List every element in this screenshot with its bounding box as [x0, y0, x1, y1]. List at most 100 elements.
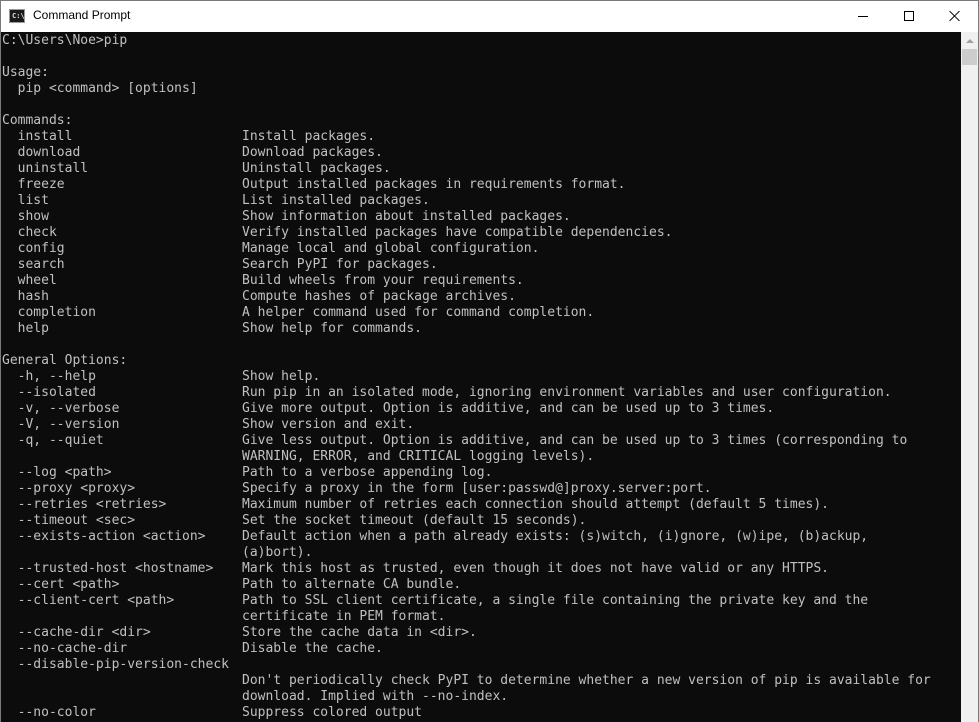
command-row: config Manage local and global configurat…	[2, 241, 540, 257]
console-output[interactable]: C:\Users\Noe>pip Usage: pip <command> [o…	[1, 32, 961, 722]
option-name: -V, --version	[2, 417, 120, 432]
title-bar[interactable]: C:\ Command Prompt	[1, 1, 978, 32]
option-name: --isolated	[2, 385, 96, 400]
option-desc: Show version and exit.	[242, 417, 415, 432]
option-desc: certificate in PEM format.	[242, 609, 446, 624]
command-name: search	[2, 257, 65, 272]
prompt-line: C:\Users\Noe>pip	[2, 33, 128, 48]
option-desc: Show help.	[242, 369, 321, 384]
cmd-app-icon[interactable]: C:\	[9, 9, 25, 23]
option-desc: WARNING, ERROR, and CRITICAL logging lev…	[242, 449, 595, 464]
option-row: --isolated Run pip in an isolated mode, i…	[2, 385, 892, 401]
command-row: list List installed packages.	[2, 193, 430, 209]
command-desc: Show information about installed package…	[242, 209, 571, 224]
maximize-button[interactable]	[886, 1, 932, 31]
option-row: --log <path> Path to a verbose appending …	[2, 465, 493, 481]
command-row: check Verify installed packages have comp…	[2, 225, 673, 241]
window-title: Command Prompt	[33, 8, 131, 22]
option-row: --no-cache-dir Disable the cache.	[2, 641, 383, 657]
option-name: --client-cert <path>	[2, 593, 175, 608]
option-row: --client-cert <path> Path to SSL client c…	[2, 593, 869, 609]
option-row: --disable-pip-version-check	[2, 657, 229, 673]
scroll-up-button[interactable]	[961, 32, 978, 49]
command-desc: Show help for commands.	[242, 321, 423, 336]
option-desc: Default action when a path already exist…	[242, 529, 869, 544]
option-name: --proxy <proxy>	[2, 481, 136, 496]
option-desc: (a)bort).	[242, 545, 313, 560]
command-row: show Show information about installed pac…	[2, 209, 571, 225]
maximize-icon	[904, 11, 914, 21]
command-row: uninstall Uninstall packages.	[2, 161, 391, 177]
command-name: install	[2, 129, 73, 144]
command-name: help	[2, 321, 49, 336]
command-desc: Download packages.	[242, 145, 383, 160]
option-desc: Run pip in an isolated mode, ignoring en…	[242, 385, 892, 400]
minimize-button[interactable]	[840, 1, 886, 31]
option-desc: Path to SSL client certificate, a single…	[242, 593, 869, 608]
minimize-icon	[858, 15, 868, 17]
option-row: --timeout <sec> Set the socket timeout (d…	[2, 513, 587, 529]
option-row: -v, --verbose Give more output. Option is…	[2, 401, 775, 417]
command-name: download	[2, 145, 81, 160]
command-row: install Install packages.	[2, 129, 375, 145]
close-button[interactable]	[932, 1, 978, 31]
option-desc: Maximum number of retries each connectio…	[242, 497, 829, 512]
usage-line: pip <command> [options]	[2, 81, 198, 96]
command-name: uninstall	[2, 161, 89, 176]
option-row: -V, --version Show version and exit.	[2, 417, 415, 433]
command-row: wheel Build wheels from your requirements…	[2, 273, 524, 289]
option-row: --cert <path> Path to alternate CA bundle…	[2, 577, 462, 593]
command-row: freeze Output installed packages in requi…	[2, 177, 626, 193]
command-name: config	[2, 241, 65, 256]
command-name: completion	[2, 305, 96, 320]
vertical-scrollbar[interactable]	[961, 32, 978, 722]
option-desc: Specify a proxy in the form [user:passwd…	[242, 481, 712, 496]
close-icon	[949, 10, 961, 22]
command-name: freeze	[2, 177, 65, 192]
command-desc: A helper command used for command comple…	[242, 305, 595, 320]
command-row: download Download packages.	[2, 145, 383, 161]
option-name: --cache-dir <dir>	[2, 625, 151, 640]
option-desc: Path to a verbose appending log.	[242, 465, 493, 480]
command-desc: Build wheels from your requirements.	[242, 273, 524, 288]
option-desc: Suppress colored output	[242, 705, 423, 720]
option-desc: Path to alternate CA bundle.	[242, 577, 462, 592]
command-desc: Manage local and global configuration.	[242, 241, 540, 256]
command-desc: List installed packages.	[242, 193, 430, 208]
option-row: --retries <retries> Maximum number of ret…	[2, 497, 829, 513]
option-name: --trusted-host <hostname>	[2, 561, 214, 576]
cmd-icon-glyph: C:\	[12, 12, 25, 20]
commands-header: Commands:	[2, 113, 73, 128]
option-row: --trusted-host <hostname> Mark this host …	[2, 561, 829, 577]
command-prompt-window: C:\ Command Prompt C:\Users\Noe>pip Usag…	[0, 0, 979, 722]
option-desc: Don't periodically check PyPI to determi…	[242, 673, 931, 688]
option-name: --timeout <sec>	[2, 513, 136, 528]
option-row: -q, --quiet Give less output. Option is a…	[2, 433, 908, 449]
command-name: wheel	[2, 273, 57, 288]
option-row: --cache-dir <dir> Store the cache data in…	[2, 625, 477, 641]
option-row: --no-color Suppress colored output	[2, 705, 422, 721]
option-name: --log <path>	[2, 465, 112, 480]
option-desc: Store the cache data in <dir>.	[242, 625, 477, 640]
command-desc: Verify installed packages have compatibl…	[242, 225, 673, 240]
option-desc: Mark this host as trusted, even though i…	[242, 561, 829, 576]
option-name: --retries <retries>	[2, 497, 167, 512]
command-desc: Compute hashes of package archives.	[242, 289, 516, 304]
command-row: completion A helper command used for comm…	[2, 305, 595, 321]
option-name: --cert <path>	[2, 577, 120, 592]
option-name: -q, --quiet	[2, 433, 104, 448]
option-name: --no-color	[2, 705, 96, 720]
option-row: --exists-action <action> Default action w…	[2, 529, 869, 545]
command-row: hash Compute hashes of package archives.	[2, 289, 516, 305]
arrow-up-icon	[965, 38, 974, 43]
command-name: hash	[2, 289, 49, 304]
option-desc: Set the socket timeout (default 15 secon…	[242, 513, 587, 528]
option-desc: Give more output. Option is additive, an…	[242, 401, 775, 416]
option-row: -h, --help Show help.	[2, 369, 321, 385]
scrollbar-thumb[interactable]	[962, 49, 977, 65]
command-desc: Install packages.	[242, 129, 376, 144]
option-name: --exists-action <action>	[2, 529, 206, 544]
option-name: --disable-pip-version-check	[2, 657, 229, 672]
option-row: --proxy <proxy> Specify a proxy in the fo…	[2, 481, 712, 497]
general-options-header: General Options:	[2, 353, 128, 368]
